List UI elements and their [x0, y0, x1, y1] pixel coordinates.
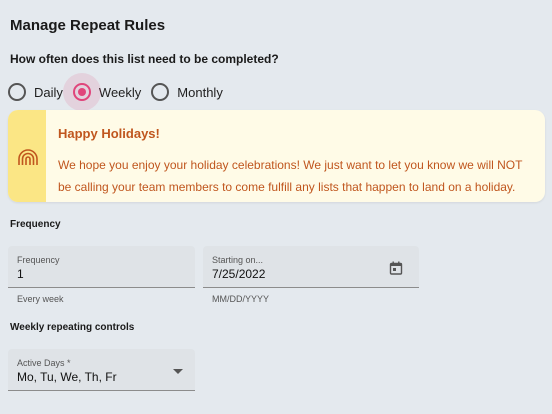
active-days-select[interactable]: Active Days * Mo, Tu, We, Th, Fr	[8, 349, 195, 391]
frequency-helper: Every week	[17, 294, 64, 304]
repeat-radio-group: Daily Weekly Monthly	[8, 73, 223, 111]
active-days-value[interactable]: Mo, Tu, We, Th, Fr	[17, 370, 117, 384]
start-date-field-label: Starting on...	[212, 255, 264, 265]
radio-daily-label[interactable]: Daily	[34, 85, 63, 100]
frequency-field-label: Frequency	[17, 255, 60, 265]
chevron-down-icon[interactable]	[173, 369, 183, 374]
banner-title: Happy Holidays!	[58, 126, 160, 141]
page-title: Manage Repeat Rules	[10, 17, 166, 34]
start-date-helper: MM/DD/YYYY	[212, 294, 270, 304]
radio-weekly-circle[interactable]	[72, 83, 91, 101]
repeat-question: How often does this list need to be comp…	[10, 52, 279, 66]
rainbow-icon	[18, 149, 38, 165]
frequency-field[interactable]: Frequency 1	[8, 246, 195, 288]
calendar-icon[interactable]	[389, 261, 403, 275]
radio-daily[interactable]: Daily	[8, 83, 63, 101]
banner-message: We hope you enjoy your holiday celebrati…	[58, 158, 523, 194]
radio-weekly[interactable]: Weekly	[62, 73, 141, 111]
start-date-field[interactable]: Starting on... 7/25/2022	[203, 246, 419, 288]
holiday-banner: Happy Holidays! We hope you enjoy your h…	[8, 110, 545, 202]
weekly-controls-heading: Weekly repeating controls	[10, 322, 135, 333]
radio-monthly-label[interactable]: Monthly	[177, 85, 223, 100]
active-days-label: Active Days *	[17, 358, 71, 368]
start-date-field-value[interactable]: 7/25/2022	[212, 267, 265, 281]
radio-daily-circle[interactable]	[8, 83, 26, 101]
frequency-heading: Frequency	[10, 219, 61, 230]
radio-monthly-circle[interactable]	[151, 83, 170, 101]
frequency-field-value[interactable]: 1	[17, 267, 24, 281]
radio-monthly[interactable]: Monthly	[151, 83, 223, 101]
radio-weekly-label[interactable]: Weekly	[99, 85, 141, 100]
